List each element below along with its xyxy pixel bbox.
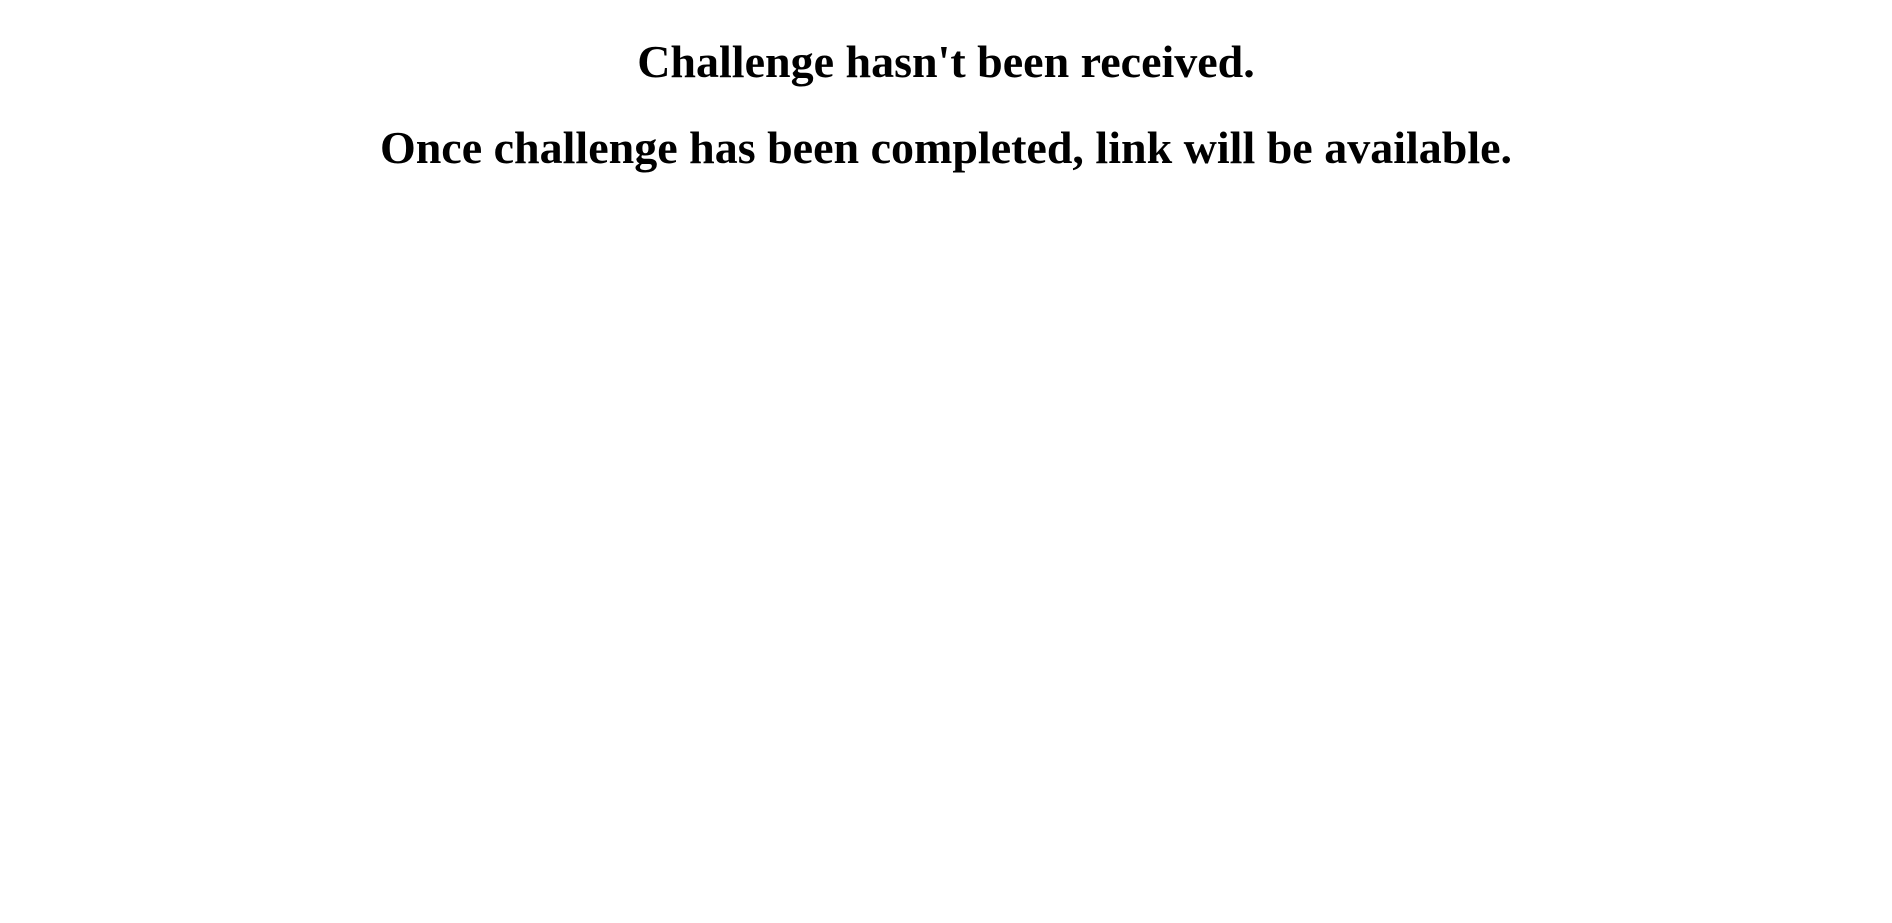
challenge-status-page: Challenge hasn't been received. Once cha… [0,0,1892,923]
challenge-info-message: Once challenge has been completed, link … [379,122,1513,173]
challenge-status-heading: Challenge hasn't been received. [637,36,1255,87]
